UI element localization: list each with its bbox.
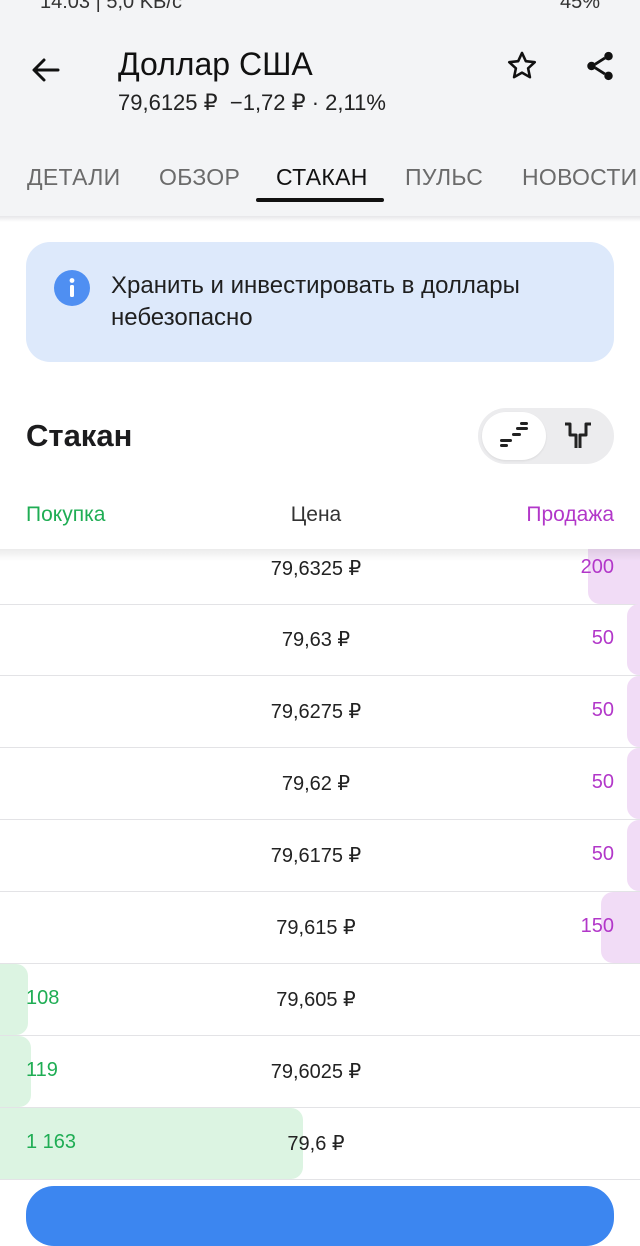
sell-volume: 50	[591, 843, 614, 865]
section-title: Стакан	[26, 418, 133, 453]
active-tab-indicator	[256, 198, 384, 202]
view-depth-chart-button[interactable]	[546, 412, 610, 460]
order-price: 79,615 ₽	[276, 917, 356, 939]
list-top-shadow	[0, 549, 640, 561]
tab-order-book[interactable]: СТАКАН	[276, 164, 368, 191]
status-time: 14:03 | 5,0 KB/c	[40, 0, 182, 13]
tab-bar: ДЕТАЛИ ОБЗОР СТАКАН ПУЛЬС НОВОСТИ	[0, 160, 640, 216]
sell-volume: 150	[580, 915, 614, 937]
order-price: 79,6 ₽	[287, 1133, 345, 1155]
tab-news[interactable]: НОВОСТИ	[522, 164, 638, 191]
order-price: 79,62 ₽	[281, 773, 351, 795]
info-banner[interactable]: Хранить и инвестировать в доллары небезо…	[26, 242, 614, 362]
share-button[interactable]	[576, 42, 624, 90]
order-price: 79,6175 ₽	[270, 845, 362, 867]
depth-chart-icon	[565, 422, 591, 448]
order-price: 79,605 ₽	[276, 989, 356, 1011]
order-row[interactable]: 79,615 ₽ 150	[0, 892, 640, 964]
view-toggle	[478, 408, 614, 464]
order-row[interactable]: 108 79,605 ₽	[0, 964, 640, 1036]
tab-details[interactable]: ДЕТАЛИ	[27, 164, 120, 191]
share-icon	[587, 51, 613, 81]
order-row[interactable]: 79,6275 ₽ 50	[0, 676, 640, 748]
price-summary: 79,6125 ₽ −1,72 ₽ · 2,11%	[118, 90, 386, 115]
order-book-list[interactable]: 79,6325 ₽ 200 79,63 ₽ 50 79,6275 ₽ 50 79…	[0, 549, 640, 1185]
sell-volume: 50	[591, 699, 614, 721]
header: Доллар США 79,6125 ₽ −1,72 ₽ · 2,11% ДЕТ…	[0, 14, 640, 216]
order-row[interactable]: 79,6175 ₽ 50	[0, 820, 640, 892]
arrow-left-icon	[32, 58, 60, 82]
tab-pulse[interactable]: ПУЛЬС	[405, 164, 483, 191]
order-book-list-icon	[500, 422, 528, 447]
order-price: 79,63 ₽	[281, 629, 351, 651]
tab-overview[interactable]: ОБЗОР	[159, 164, 240, 191]
sell-volume: 50	[591, 627, 614, 649]
order-row[interactable]: 79,63 ₽ 50	[0, 604, 640, 676]
order-row[interactable]: 1 163 79,6 ₽	[0, 1108, 640, 1180]
header-divider	[0, 216, 640, 222]
status-bar: 14:03 | 5,0 KB/c 45%	[0, 0, 640, 14]
order-price: 79,6275 ₽	[270, 701, 362, 723]
info-icon	[54, 270, 90, 306]
info-banner-text: Хранить и инвестировать в доллары небезо…	[111, 272, 520, 331]
star-icon	[507, 51, 537, 79]
back-button[interactable]	[22, 46, 70, 94]
order-row[interactable]: 119 79,6025 ₽	[0, 1036, 640, 1108]
trade-button[interactable]	[26, 1186, 614, 1246]
order-price: 79,6025 ₽	[270, 1061, 362, 1083]
order-row[interactable]: 79,62 ₽ 50	[0, 748, 640, 820]
sell-volume: 50	[591, 771, 614, 793]
column-sell-header: Продажа	[526, 503, 614, 526]
favorite-button[interactable]	[498, 42, 546, 90]
view-list-button[interactable]	[482, 412, 546, 460]
status-battery: 45%	[559, 0, 600, 13]
page-title: Доллар США	[118, 46, 313, 82]
